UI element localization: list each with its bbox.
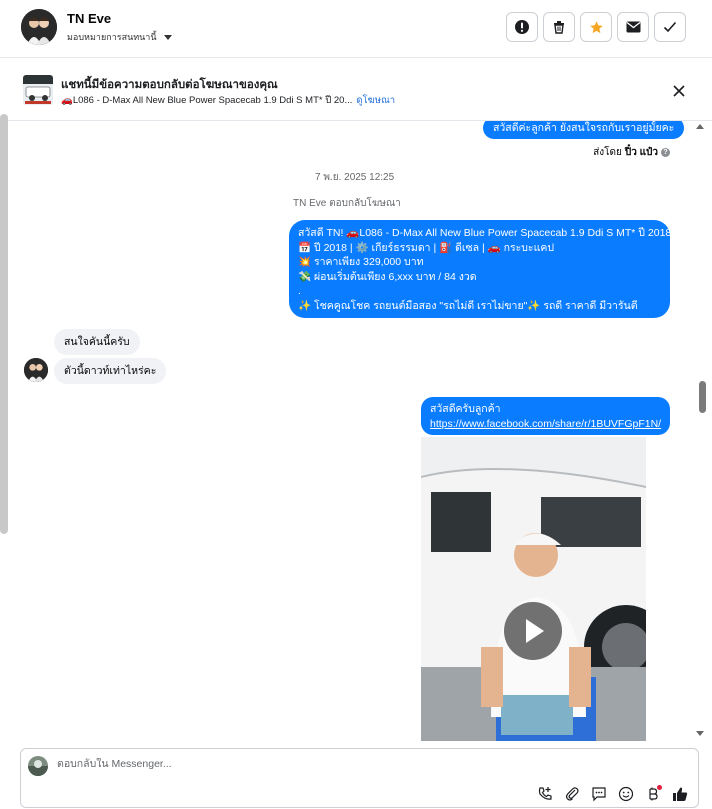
outgoing-link-message[interactable]: สวัสดีครับลูกค้า https://www.facebook.co… [421, 397, 670, 435]
view-ad-link[interactable]: ดูโฆษณา [356, 95, 395, 106]
ad-reply-banner: แชทนี้มีข้อความตอบกลับต่อโฆษณาของคุณ 🚗L0… [0, 65, 712, 121]
ad-banner-title: แชทนี้มีข้อความตอบกลับต่อโฆษณาของคุณ [61, 79, 278, 91]
message-text: ตัวนี้ดาวท์เท่าไหร่คะ [64, 365, 157, 377]
scroll-down-arrow[interactable] [696, 731, 704, 736]
incoming-message[interactable]: ตัวนี้ดาวท์เท่าไหร่คะ [54, 358, 167, 384]
scroll-up-arrow[interactable] [696, 124, 704, 129]
call-add-icon [538, 787, 552, 800]
outgoing-message[interactable]: สวัสดีค่ะลูกค้า ยังสนใจรถกับเราอยู่มั้ยค… [483, 121, 685, 139]
ad-reply-note: TN Eve ตอบกลับโฆษณา [293, 198, 401, 209]
play-icon[interactable] [504, 602, 562, 660]
ad-banner-subtitle: 🚗L086 - D-Max All New Blue Power Spaceca… [61, 93, 395, 108]
sent-by-prefix: ส่งโดย [593, 147, 622, 158]
trash-icon [554, 21, 564, 34]
caret-down-icon [163, 34, 172, 40]
ad-message-line-3: 💥 ราคาเพียง 329,000 บาท [298, 256, 424, 268]
mark-spam-button[interactable] [506, 12, 538, 42]
composer-tools [535, 785, 690, 803]
reply-input[interactable] [57, 758, 657, 770]
info-icon[interactable]: ? [661, 148, 670, 157]
assign-label: มอบหมายการสนทนานี้ [67, 32, 157, 42]
like-icon [673, 787, 688, 801]
emoji-icon [618, 786, 634, 802]
message-timestamp: 7 พ.ย. 2025 12:25 [315, 172, 395, 183]
ad-message-line-1: สวัสดี TN! 🚗L086 - D-Max All New Blue Po… [298, 227, 672, 239]
close-icon [673, 85, 685, 97]
ad-message-line-6: ✨ โชคคูณโชค รถยนต์มือสอง "รถไม่ดี เราไม่… [298, 299, 638, 312]
header-actions [506, 12, 686, 42]
notification-dot [657, 785, 662, 790]
ad-message-line-4: 💸 ผ่อนเริ่มต้นเพียง 6,xxx บาท / 84 งวด [298, 270, 477, 283]
close-banner-button[interactable] [670, 82, 688, 100]
conversation-header: TN Eve มอบหมายการสนทนานี้ [0, 0, 712, 58]
ad-message-line-2: 📅 ปี 2018 | ⚙️ เกียร์ธรรมดา | ⛽ ดีเซล | … [298, 241, 555, 254]
message-text: สวัสดีครับลูกค้า [430, 403, 501, 415]
attach-button[interactable] [562, 785, 582, 803]
contact-name: TN Eve [67, 11, 112, 26]
contact-avatar[interactable] [21, 9, 57, 45]
assign-conversation-dropdown[interactable]: มอบหมายการสนทนานี้ [67, 30, 172, 44]
call-add-button[interactable] [535, 785, 555, 803]
message-text: สนใจคันนี้ครับ [64, 336, 130, 348]
scrollbar-thumb[interactable] [699, 381, 706, 413]
payment-button[interactable] [643, 785, 663, 803]
reply-composer [20, 748, 699, 808]
video-thumbnail [421, 437, 646, 741]
shared-link[interactable]: https://www.facebook.com/share/r/1BUVFGp… [430, 417, 661, 432]
saved-reply-button[interactable] [589, 785, 609, 803]
mail-icon [626, 21, 640, 33]
attachment-icon [565, 787, 579, 801]
contact-avatar-small[interactable] [24, 358, 48, 382]
message-text: สวัสดีค่ะลูกค้า ยังสนใจรถกับเราอยู่มั้ยค… [493, 122, 675, 134]
star-icon [589, 20, 603, 33]
saved-reply-icon [592, 787, 606, 802]
page-avatar [28, 756, 48, 776]
check-icon [663, 21, 677, 33]
mark-unread-button[interactable] [617, 12, 649, 42]
ad-message-bubble[interactable]: สวัสดี TN! 🚗L086 - D-Max All New Blue Po… [289, 220, 672, 318]
ad-message-line-5: . [298, 285, 301, 297]
ad-thumbnail[interactable] [23, 75, 53, 105]
inbox-conversation: TN Eve มอบหมายการสนทนานี้ แชทนี้มีข้อควา… [0, 0, 712, 809]
video-attachment[interactable] [421, 437, 646, 741]
star-button[interactable] [580, 12, 612, 42]
emoji-button[interactable] [616, 785, 636, 803]
delete-button[interactable] [543, 12, 575, 42]
incoming-message[interactable]: สนใจคันนี้ครับ [54, 329, 140, 355]
sent-by-line: ส่งโดย ปิ๋ว แป๋ว ? [593, 145, 670, 160]
like-button[interactable] [670, 785, 690, 803]
sent-by-name: ปิ๋ว แป๋ว [624, 147, 658, 158]
ad-name: 🚗L086 - D-Max All New Blue Power Spaceca… [61, 95, 353, 106]
mark-done-button[interactable] [654, 12, 686, 42]
spam-icon [515, 20, 529, 34]
